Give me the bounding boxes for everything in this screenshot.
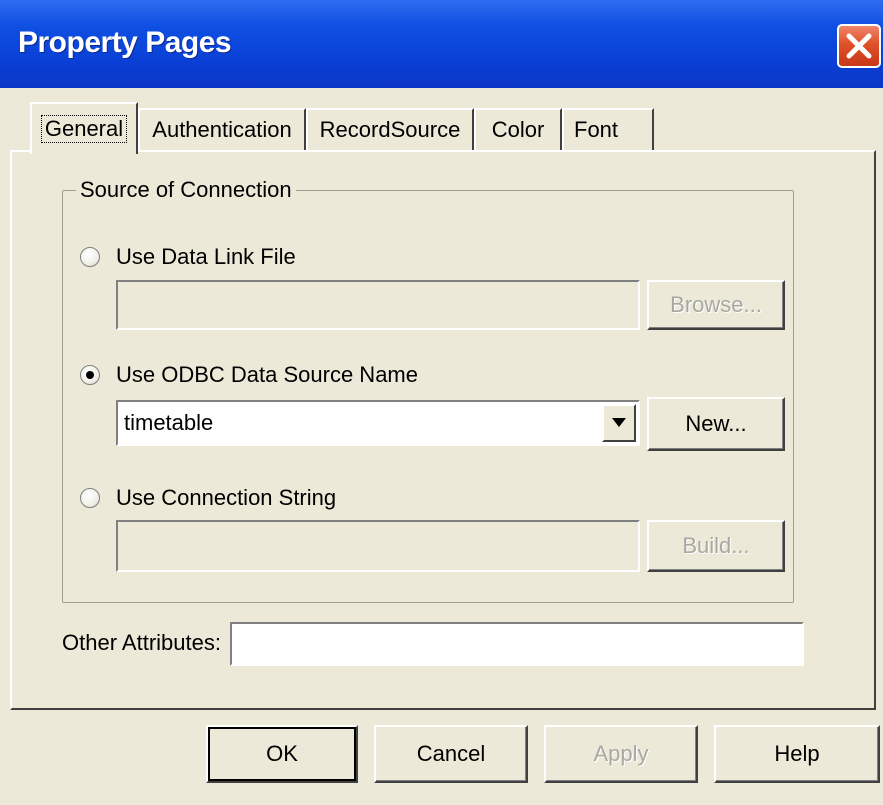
apply-button-label: Apply (593, 741, 649, 766)
dropdown-arrow-button[interactable] (602, 404, 636, 442)
help-button-label: Help (774, 741, 820, 766)
property-pages-window: Property Pages General Authentication Re… (0, 0, 883, 805)
close-button[interactable] (837, 24, 881, 68)
tab-authentication[interactable]: Authentication (138, 108, 306, 150)
other-attributes-field[interactable] (230, 622, 804, 666)
ok-button[interactable]: OK (206, 725, 358, 783)
tab-font-label: Font (574, 117, 619, 142)
radio-label-connection-string: Use Connection String (116, 485, 337, 510)
ok-button-label: OK (266, 741, 298, 766)
build-button: Build... (647, 520, 785, 572)
odbc-data-source-select[interactable]: timetable (116, 400, 640, 446)
tab-authentication-label: Authentication (152, 117, 292, 142)
chevron-down-icon (612, 418, 626, 427)
radio-use-odbc-data-source[interactable]: Use ODBC Data Source Name (80, 362, 418, 388)
radio-button-icon[interactable] (80, 488, 100, 508)
window-title: Property Pages (18, 26, 232, 59)
radio-use-data-link-file[interactable]: Use Data Link File (80, 244, 296, 270)
cancel-button-label: Cancel (416, 741, 486, 766)
tab-font[interactable]: Font (562, 108, 654, 150)
title-bar[interactable]: Property Pages (0, 0, 883, 88)
radio-use-connection-string[interactable]: Use Connection String (80, 485, 336, 511)
tab-general[interactable]: General (30, 102, 138, 154)
tab-recordsource-label: RecordSource (319, 117, 461, 142)
browse-button-label: Browse... (670, 292, 762, 317)
tab-color-label: Color (491, 117, 545, 142)
browse-button: Browse... (647, 280, 785, 330)
other-attributes-label: Other Attributes: (62, 630, 221, 655)
close-icon (846, 33, 872, 59)
data-link-file-field (116, 280, 640, 330)
radio-button-icon[interactable] (80, 247, 100, 267)
new-button[interactable]: New... (647, 397, 785, 451)
apply-button: Apply (544, 725, 698, 783)
group-legend: Source of Connection (76, 177, 296, 203)
radio-button-checked-icon[interactable] (80, 365, 100, 385)
radio-label-data-link: Use Data Link File (116, 244, 296, 269)
connection-string-field (116, 520, 640, 572)
new-button-label: New... (685, 411, 747, 436)
radio-label-odbc: Use ODBC Data Source Name (116, 362, 418, 387)
cancel-button[interactable]: Cancel (374, 725, 528, 783)
odbc-selected-value: timetable (124, 410, 214, 435)
tab-general-label: General (40, 115, 128, 143)
tab-recordsource[interactable]: RecordSource (306, 108, 474, 150)
tab-color[interactable]: Color (474, 108, 562, 150)
build-button-label: Build... (682, 533, 750, 558)
help-button[interactable]: Help (714, 725, 880, 783)
